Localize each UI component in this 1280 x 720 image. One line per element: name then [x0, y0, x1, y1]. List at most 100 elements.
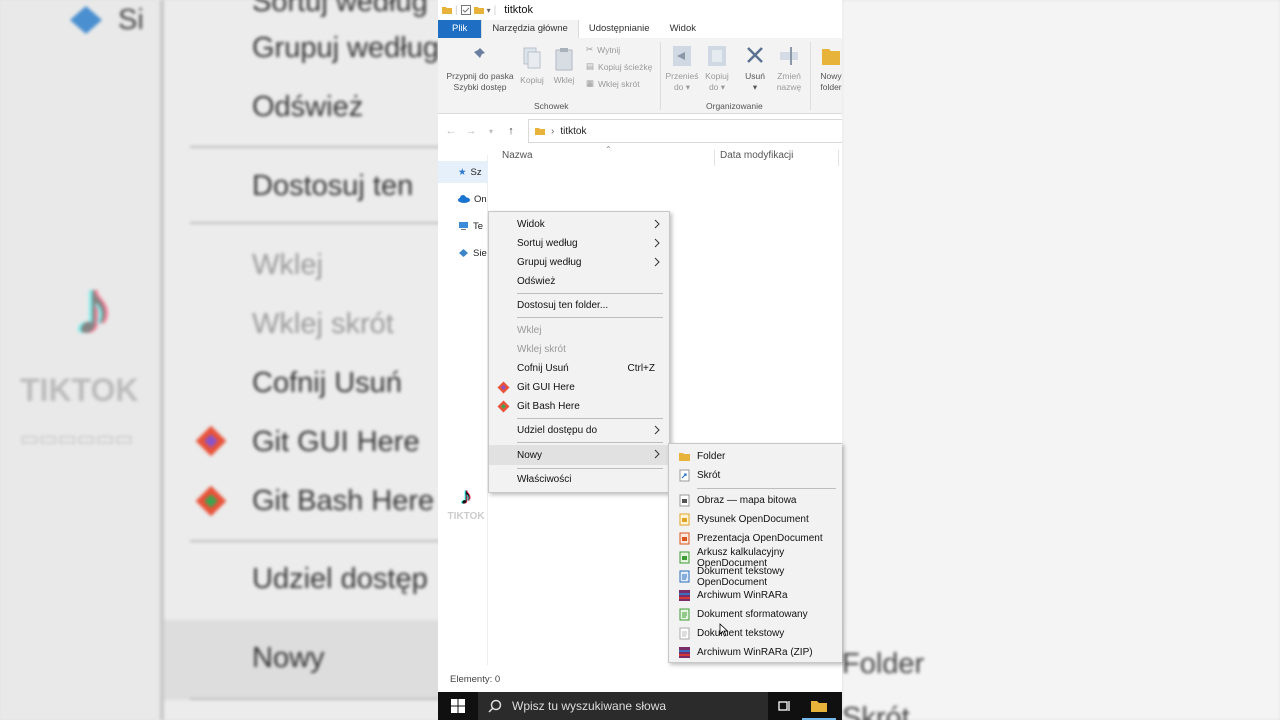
bg-menu-item: Odśwież	[252, 91, 364, 123]
bg-menu-item: Grupuj według	[252, 32, 439, 64]
column-header-name[interactable]: Nazwa	[502, 150, 533, 161]
new-folder-button[interactable]: Nowy folder	[814, 44, 842, 93]
new-item-rar[interactable]: Archiwum WinRARa	[669, 586, 842, 605]
up-arrow-icon[interactable]: ↑	[504, 125, 518, 137]
copy-label: Kopiuj	[520, 75, 544, 85]
paste-button[interactable]: Wklej	[550, 46, 578, 86]
taskbar-search-box[interactable]: Wpisz tu wyszukiwane słowa	[478, 692, 768, 720]
search-placeholder: Wpisz tu wyszukiwane słowa	[512, 699, 667, 713]
start-button[interactable]	[438, 692, 478, 720]
address-bar[interactable]: › titktok	[528, 119, 842, 143]
new-item-bitmap[interactable]: Obraz — mapa bitowa	[669, 491, 842, 510]
menu-item-view[interactable]: Widok	[489, 215, 669, 234]
cloud-icon	[458, 195, 470, 203]
new-item-shortcut[interactable]: Skrót	[669, 466, 842, 485]
bg-git-icon	[195, 425, 227, 457]
clipboard-group-label: Schowek	[534, 101, 569, 111]
bg-menu-item: Git Bash Here	[252, 485, 435, 517]
tiktok-file[interactable]: ♪ TIKTOK	[444, 483, 488, 522]
menu-label: Wklej	[517, 325, 542, 336]
draw-file-icon	[679, 513, 690, 526]
menu-separator	[697, 488, 836, 489]
window-title: titktok	[504, 4, 533, 16]
menu-item-git-gui[interactable]: Git GUI Here	[489, 378, 669, 397]
menu-item-new[interactable]: Nowy	[489, 445, 669, 465]
delete-button[interactable]: Usuń ▾	[740, 44, 770, 93]
menu-item-customize[interactable]: Dostosuj ten folder...	[489, 296, 669, 315]
quick-access-toolbar: | ▾ |	[442, 5, 496, 16]
new-item-odg[interactable]: Rysunek OpenDocument	[669, 510, 842, 529]
rename-button[interactable]: Zmień nazwę	[772, 44, 806, 93]
nav-item-onedrive[interactable]: On	[438, 188, 488, 210]
copy-button[interactable]: Kopiuj	[518, 46, 546, 86]
tab-share[interactable]: Udostępnianie	[579, 20, 660, 38]
copy-path-icon: ▤	[586, 61, 595, 71]
new-item-odt[interactable]: Dokument tekstowy OpenDocument	[669, 566, 842, 588]
menu-item-undo[interactable]: Cofnij Usuń Ctrl+Z	[489, 359, 669, 378]
bg-tiktok-label: TIKTOK	[20, 372, 139, 408]
tab-home[interactable]: Narzędzia główne	[481, 20, 579, 38]
move-to-button[interactable]: Przenieś do ▾	[664, 44, 700, 93]
tab-view[interactable]: Widok	[660, 20, 706, 38]
menu-label: Nowy	[517, 449, 543, 461]
new-item-odp[interactable]: Prezentacja OpenDocument	[669, 529, 842, 548]
paste-shortcut-button[interactable]: ▦ Wklej skrót	[586, 78, 640, 89]
menu-item-paste-shortcut[interactable]: Wklej skrót	[489, 340, 669, 359]
nav-item-network[interactable]: Sie	[438, 242, 488, 264]
back-arrow-icon[interactable]: ←	[444, 125, 458, 137]
pin-quick-access-button[interactable]: Przypnij do paska Szybki dostęp	[442, 46, 518, 93]
menu-item-paste[interactable]: Wklej	[489, 321, 669, 340]
tab-file[interactable]: Plik	[438, 20, 482, 38]
ribbon-tabs: Plik Narzędzia główne Udostępnianie Wido…	[438, 20, 842, 38]
menu-label: Wklej skrót	[517, 344, 566, 355]
new-item-rtf[interactable]: Dokument sformatowany	[669, 605, 842, 624]
qa-divider: |	[493, 4, 497, 16]
column-separator[interactable]	[714, 150, 715, 166]
menu-label: Archiwum WinRARa	[697, 590, 788, 601]
context-menu: Widok Sortuj według Grupuj według Odświe…	[488, 211, 670, 493]
bg-partial-text: Si	[118, 4, 144, 36]
text-document-file-icon	[679, 570, 690, 583]
presentation-file-icon	[679, 532, 690, 545]
chevron-right-icon	[654, 219, 660, 229]
menu-separator	[517, 442, 663, 443]
qa-dropdown-icon[interactable]: ▾	[487, 6, 491, 15]
cut-label: Wytnij	[597, 44, 621, 55]
cut-button[interactable]: ✂ Wytnij	[586, 44, 620, 55]
menu-item-group[interactable]: Grupuj według	[489, 253, 669, 272]
menu-label: Prezentacja OpenDocument	[697, 533, 823, 544]
menu-item-properties[interactable]: Właściwości	[489, 470, 669, 489]
qa-divider: |	[455, 4, 458, 16]
new-item-zip[interactable]: Archiwum WinRARa (ZIP)	[669, 643, 842, 662]
navigation-pane: ★ Sz On Te Sie ♪ TIKTOK	[438, 155, 488, 665]
column-header-date[interactable]: Data modyfikacji	[720, 150, 793, 161]
task-view-button[interactable]	[768, 692, 802, 720]
new-item-ods[interactable]: Arkusz kalkulacyjny OpenDocument	[669, 547, 842, 569]
chevron-right-icon	[654, 425, 660, 435]
bg-separator	[190, 540, 440, 542]
recent-dropdown-icon[interactable]: ▾	[484, 127, 498, 136]
copy-to-button[interactable]: Kopiuj do ▾	[700, 44, 734, 93]
forward-arrow-icon[interactable]: →	[464, 125, 478, 137]
nav-item-this-pc[interactable]: Te	[438, 215, 488, 237]
menu-label: Sortuj według	[517, 238, 578, 249]
menu-item-refresh[interactable]: Odśwież	[489, 272, 669, 291]
menu-item-git-bash[interactable]: Git Bash Here	[489, 397, 669, 416]
network-icon	[459, 249, 468, 257]
nav-item-quick-access[interactable]: ★ Sz	[438, 161, 488, 183]
explorer-taskbar-button[interactable]	[802, 692, 836, 720]
column-separator[interactable]	[838, 150, 839, 166]
new-folder-icon[interactable]	[473, 5, 484, 15]
menu-label: Git Bash Here	[517, 401, 580, 412]
bg-menu-item: Git GUI Here	[252, 426, 420, 458]
properties-icon[interactable]	[460, 5, 471, 15]
menu-label: Dokument sformatowany	[697, 609, 808, 620]
menu-item-share[interactable]: Udziel dostępu do	[489, 421, 669, 440]
copy-path-button[interactable]: ▤ Kopiuj ścieżkę	[586, 61, 652, 72]
new-item-txt[interactable]: Dokument tekstowy	[669, 624, 842, 643]
new-item-folder[interactable]: Folder	[669, 447, 842, 466]
folder-icon	[811, 700, 827, 712]
menu-item-sort[interactable]: Sortuj według	[489, 234, 669, 253]
breadcrumb[interactable]: titktok	[560, 126, 586, 137]
bg-menu-item: Sortuj według	[252, 0, 428, 18]
